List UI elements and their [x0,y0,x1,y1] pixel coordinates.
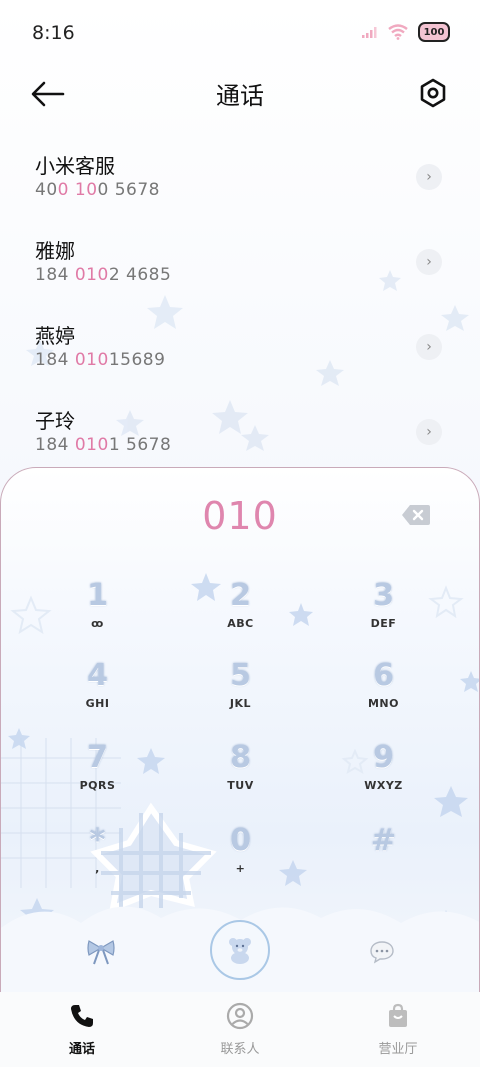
shopping-bag-icon [389,1003,407,1027]
contact-name: 雅娜 [35,239,75,263]
call-button[interactable] [210,920,270,980]
chevron-right-icon[interactable]: › [416,249,442,275]
chevron-right-icon[interactable]: › [416,334,442,360]
chevron-right-icon[interactable]: › [416,164,442,190]
contact-item[interactable]: 子玲 184 0101 5678 › [0,391,480,476]
contact-number: 400 100 5678 [35,180,160,200]
contact-name: 小米客服 [35,154,115,178]
contact-item[interactable]: 雅娜 184 0102 4685 › [0,221,480,306]
tab-label: 通话 [68,1042,95,1057]
teddy-bear-icon [229,938,251,964]
contact-number: 184 0101 5678 [35,435,172,455]
app-bar: 通话 [0,66,480,122]
key-7[interactable]: 7 PQRS [26,740,169,820]
dial-controls [1,885,479,985]
dial-panel: 010 1ꝏ 2 ABC 3 DEF 4 GHI 5 JKL 6 MNO 7 PQRS 8T… [0,467,480,992]
status-time: 8:16 [32,22,75,44]
bottom-tab-bar: 通话 联系人 营业厅 [0,992,480,1067]
page-title: 通话 [216,82,264,110]
key-3[interactable]: 3 DEF [312,578,455,658]
contact-icon [226,1002,254,1030]
key-5[interactable]: 5 JKL [169,658,312,738]
contact-item[interactable]: 燕婷 184 01015689 › [0,306,480,391]
contact-name: 燕婷 [35,324,75,348]
settings-icon[interactable] [418,78,448,108]
key-1[interactable]: 1ꝏ [26,578,169,658]
message-icon[interactable] [369,940,395,964]
key-9[interactable]: 9 WXYZ [312,740,455,820]
tab-label: 营业厅 [378,1042,418,1057]
bow-icon[interactable] [86,939,116,965]
contact-number: 184 01015689 [35,350,166,370]
wifi-icon [388,24,408,40]
status-icons: 100 [362,22,450,42]
status-bar: 8:16 100 [0,0,480,66]
battery-icon: 100 [418,22,450,42]
key-4[interactable]: 4 GHI [26,658,169,738]
phone-icon [71,1005,93,1027]
key-8[interactable]: 8 TUV [169,740,312,820]
tab-calls[interactable]: 通话 [22,1002,142,1057]
contact-name: 子玲 [35,409,75,433]
tab-service-hall[interactable]: 营业厅 [338,1002,458,1057]
key-2[interactable]: 2 ABC [169,578,312,658]
chevron-right-icon[interactable]: › [416,419,442,445]
key-6[interactable]: 6 MNO [312,658,455,738]
contact-item[interactable]: 小米客服 400 100 5678 › [0,136,480,221]
contact-list: 小米客服 400 100 5678 › 雅娜 184 0102 4685 › 燕… [0,136,480,476]
contact-number: 184 0102 4685 [35,265,172,285]
tab-contacts[interactable]: 联系人 [180,1002,300,1057]
signal-icon [362,27,377,38]
backspace-icon[interactable] [401,504,431,526]
tab-label: 联系人 [220,1042,260,1057]
